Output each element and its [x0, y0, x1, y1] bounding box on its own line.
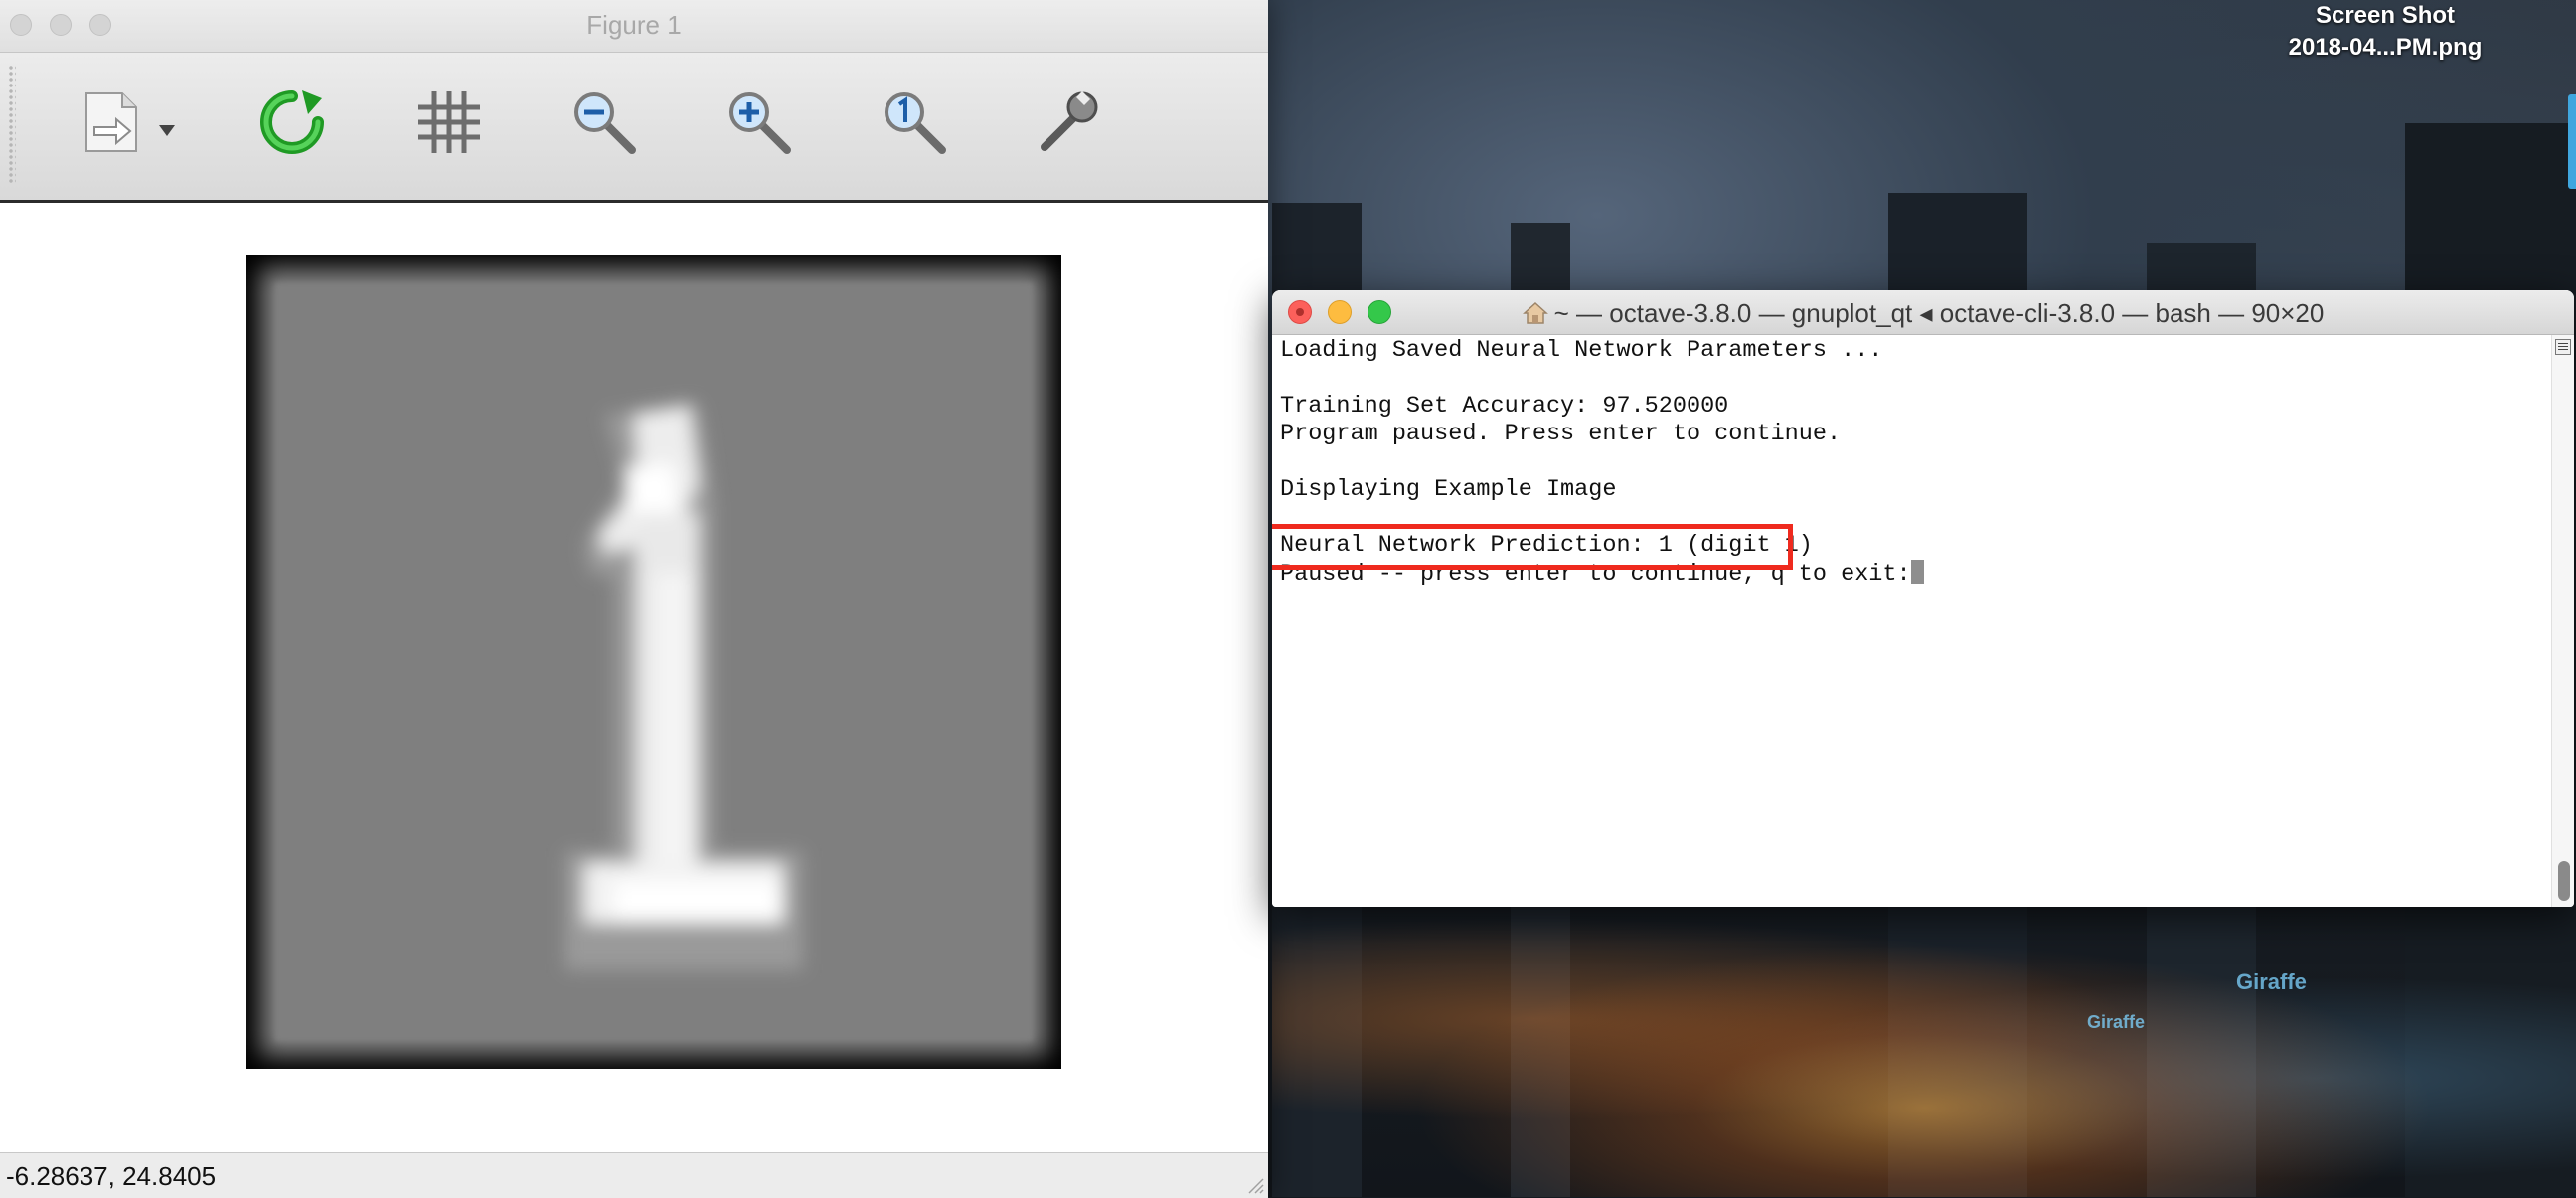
terminal-line: Displaying Example Image	[1280, 476, 1617, 503]
terminal-titlebar[interactable]: ~ — octave-3.8.0 — gnuplot_qt ◂ octave-c…	[1272, 290, 2574, 335]
figure-titlebar[interactable]: Figure 1	[0, 0, 1268, 53]
text-cursor	[1910, 560, 1924, 584]
desktop-file-label-line2: 2018-04...PM.png	[2288, 34, 2483, 61]
digit-image	[246, 255, 1061, 1069]
terminal-scrollbar[interactable]	[2551, 335, 2574, 907]
settings-wrench-icon[interactable]	[1028, 83, 1107, 162]
grid-icon[interactable]	[409, 83, 489, 162]
export-icon[interactable]	[74, 83, 153, 162]
figure-title: Figure 1	[586, 10, 682, 40]
prediction-highlight-box	[1272, 524, 1793, 570]
dropdown-arrow-icon[interactable]	[151, 114, 183, 146]
wallpaper-sign: Giraffe	[2236, 969, 2307, 994]
wallpaper-sign: Giraffe	[2087, 1012, 2146, 1032]
zoom-out-icon[interactable]	[564, 83, 644, 162]
figure-toolbar	[0, 53, 1268, 203]
terminal-output[interactable]: Loading Saved Neural Network Parameters …	[1272, 335, 2552, 907]
terminal-line: Training Set Accuracy: 97.520000	[1280, 393, 1729, 420]
scrollbar-thumb[interactable]	[2558, 861, 2570, 901]
resize-grip-icon[interactable]	[1244, 1174, 1264, 1194]
refresh-icon[interactable]	[252, 83, 332, 162]
desktop-file-label-line1: Screen Shot	[2315, 2, 2456, 29]
terminal-line: Loading Saved Neural Network Parameters …	[1280, 337, 1883, 364]
figure-statusbar: -6.28637, 24.8405	[0, 1152, 1268, 1198]
figure-window: Figure 1 -6.28637, 24.8405	[0, 0, 1268, 1198]
toolbar-grip[interactable]	[8, 65, 16, 184]
digit-glyph	[564, 404, 803, 970]
terminal-window: ~ — octave-3.8.0 — gnuplot_qt ◂ octave-c…	[1272, 290, 2574, 907]
home-folder-icon	[1522, 301, 1548, 324]
zoom-reset-icon[interactable]	[875, 83, 954, 162]
terminal-menu-icon[interactable]	[2555, 339, 2571, 355]
edge-tab[interactable]	[2568, 94, 2576, 189]
terminal-title: ~ — octave-3.8.0 — gnuplot_qt ◂ octave-c…	[1553, 298, 2325, 328]
terminal-line: Program paused. Press enter to continue.	[1280, 421, 1842, 447]
plot-canvas[interactable]	[0, 203, 1268, 1152]
zoom-in-icon[interactable]	[720, 83, 799, 162]
desktop-file-icon[interactable]: Screen Shot 2018-04...PM.png	[2256, 0, 2514, 64]
wallpaper-city-lights	[1272, 900, 2576, 1197]
cursor-coordinates: -6.28637, 24.8405	[6, 1161, 217, 1191]
